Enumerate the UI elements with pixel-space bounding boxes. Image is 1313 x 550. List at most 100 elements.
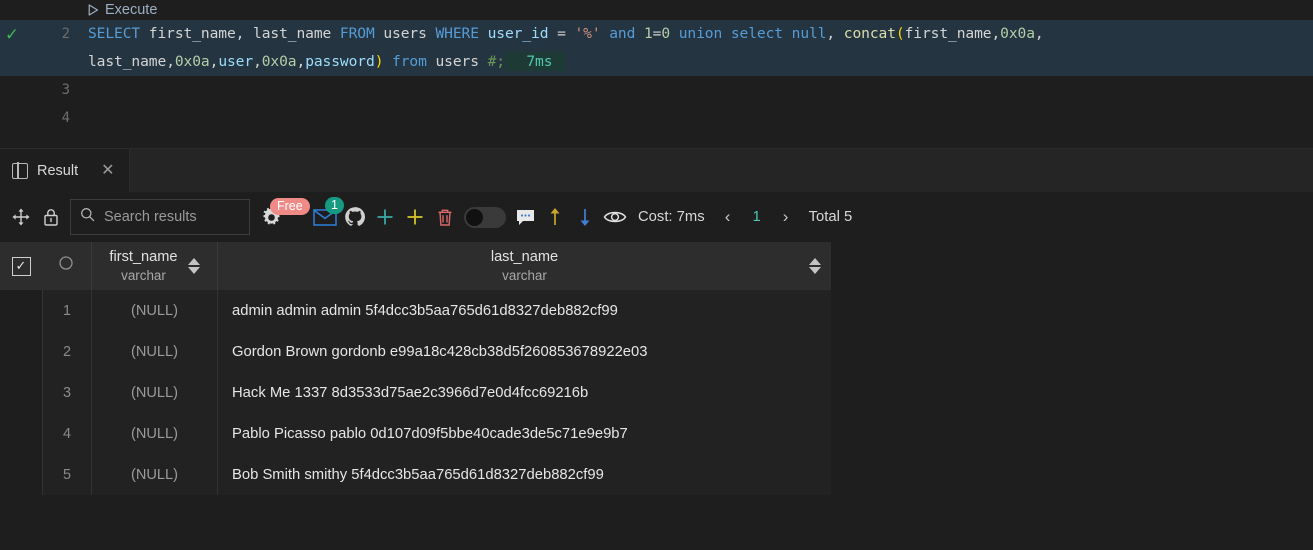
sql-token: select [730, 25, 792, 42]
cell-first-name[interactable]: (NULL) [91, 331, 217, 372]
panel-layout-icon [12, 161, 28, 180]
sort-arrows-first-name[interactable] [187, 258, 200, 274]
tab-result[interactable]: Result ✕ [0, 149, 130, 192]
eye-icon[interactable] [600, 202, 630, 232]
result-tab-bar: Result ✕ [0, 148, 1313, 192]
code-line-4[interactable]: 4 [0, 104, 1313, 132]
sort-asc-icon[interactable] [809, 258, 821, 265]
row-select-cell[interactable] [0, 454, 42, 495]
select-all-cell[interactable]: ✓ [0, 242, 42, 290]
gutter-line-3: 3 [0, 76, 88, 104]
code-area[interactable]: ✓ 2 SELECT first_name, last_name FROM us… [0, 20, 1313, 132]
arrow-up-icon[interactable] [540, 202, 570, 232]
play-triangle-icon [88, 4, 99, 16]
page-number[interactable]: 1 [743, 209, 771, 225]
sql-token: from [383, 53, 427, 70]
envelope-icon[interactable]: 1 [310, 197, 344, 232]
move-cross-arrows-icon[interactable] [6, 202, 36, 232]
check-mark-icon: ✓ [6, 22, 18, 45]
cell-last-name[interactable]: admin admin admin 5f4dcc3b5aa765d61d8327… [217, 290, 831, 331]
sql-token: user_id [478, 25, 558, 42]
row-index: 3 [42, 372, 91, 413]
sql-token: , [826, 25, 844, 42]
execution-time-badge: 7ms [505, 52, 566, 71]
grid-rows: 1 (NULL) admin admin admin 5f4dcc3b5aa765d… [0, 290, 831, 495]
sql-token: last_name [88, 53, 167, 70]
row-select-cell[interactable] [0, 372, 42, 413]
plus-yellow-icon[interactable] [400, 202, 430, 232]
trash-icon[interactable] [430, 202, 460, 232]
toggle-switch[interactable] [460, 202, 510, 232]
result-grid: ✓ first_name varchar last_name varchar 1… [0, 242, 831, 495]
table-row[interactable]: 2 (NULL) Gordon Brown gordonb e99a18c428cb… [0, 331, 831, 372]
sql-token: and [600, 25, 644, 42]
column-type: varchar [502, 267, 547, 283]
code-line-3[interactable]: 3 [0, 76, 1313, 104]
sql-token: WHERE [435, 25, 479, 42]
cell-last-name[interactable]: Pablo Picasso pablo 0d107d09f5bbe40cade3… [217, 413, 831, 454]
empty-code-line[interactable] [88, 104, 1313, 132]
sort-arrows-last-name[interactable] [809, 258, 821, 274]
row-select-cell[interactable] [0, 413, 42, 454]
cell-first-name[interactable]: (NULL) [91, 454, 217, 495]
empty-code-line[interactable] [88, 76, 1313, 104]
search-results-box[interactable] [70, 199, 250, 235]
cell-last-name[interactable]: Bob Smith smithy 5f4dcc3b5aa765d61d8327d… [217, 454, 831, 495]
sort-desc-icon[interactable] [187, 267, 200, 274]
search-icon [80, 207, 95, 227]
row-search-icon-cell[interactable] [42, 242, 91, 290]
search-input[interactable] [102, 208, 240, 226]
sql-token: concat [843, 25, 896, 42]
gutter-wrap [0, 48, 88, 76]
toggle-pill[interactable] [464, 206, 506, 228]
sql-token: , [209, 53, 219, 70]
line-number: 4 [61, 110, 70, 126]
cell-last-name[interactable]: Gordon Brown gordonb e99a18c428cb38d5f26… [217, 331, 831, 372]
gear-icon[interactable]: Free [256, 198, 310, 232]
arrow-down-icon[interactable] [570, 202, 600, 232]
table-row[interactable]: 4 (NULL) Pablo Picasso pablo 0d107d09f5bbe… [0, 413, 831, 454]
plus-teal-icon[interactable] [370, 202, 400, 232]
execute-button[interactable]: Execute [88, 2, 157, 18]
sql-query-line-2[interactable]: last_name,0x0a,user,0x0a,password) from … [88, 48, 1313, 76]
table-row[interactable]: 3 (NULL) Hack Me 1337 8d3533d75ae2c3966d7e… [0, 372, 831, 413]
cell-first-name[interactable]: (NULL) [91, 372, 217, 413]
sql-token: FROM [339, 25, 375, 42]
code-line-2-wrap[interactable]: last_name,0x0a,user,0x0a,password) from … [0, 48, 1313, 76]
chevron-left-icon[interactable]: ‹ [715, 207, 741, 227]
chevron-right-icon[interactable]: › [773, 207, 799, 227]
row-select-cell[interactable] [0, 290, 42, 331]
sql-token: 0x0a [261, 53, 297, 70]
sql-token: #; [487, 53, 505, 70]
cell-last-name[interactable]: Hack Me 1337 8d3533d75ae2c3966d7e0d4fcc6… [217, 372, 831, 413]
sort-asc-icon[interactable] [187, 258, 200, 265]
row-index: 5 [42, 454, 91, 495]
sql-token: null [791, 25, 827, 42]
row-select-cell[interactable] [0, 331, 42, 372]
close-icon[interactable]: ✕ [101, 162, 114, 179]
sql-query-line-1[interactable]: SELECT first_name, last_name FROM users … [88, 20, 1313, 48]
execute-label: Execute [105, 2, 158, 18]
code-line-2[interactable]: ✓ 2 SELECT first_name, last_name FROM us… [0, 20, 1313, 48]
table-row[interactable]: 1 (NULL) admin admin admin 5f4dcc3b5aa765d… [0, 290, 831, 331]
tab-label: Result [37, 162, 79, 179]
lock-icon[interactable] [36, 202, 66, 232]
cell-first-name[interactable]: (NULL) [91, 413, 217, 454]
column-header-first-name[interactable]: first_name varchar [91, 242, 217, 290]
github-icon[interactable] [340, 202, 370, 232]
sql-token: first_name, last_name [140, 25, 340, 42]
sql-token: 0 [661, 25, 671, 42]
column-type: varchar [121, 267, 166, 283]
comment-bubble-icon[interactable] [510, 202, 540, 232]
line-number: 2 [61, 26, 70, 42]
column-header-last-name[interactable]: last_name varchar [217, 242, 831, 290]
cell-first-name[interactable]: (NULL) [91, 290, 217, 331]
grid-header-row: ✓ first_name varchar last_name varchar [0, 242, 831, 290]
sql-token: , [991, 25, 1001, 42]
sort-desc-icon[interactable] [809, 267, 821, 274]
gutter-line-4: 4 [0, 104, 88, 132]
row-index: 1 [42, 290, 91, 331]
checkbox-checked-icon[interactable]: ✓ [11, 256, 31, 276]
table-row[interactable]: 5 (NULL) Bob Smith smithy 5f4dcc3b5aa765d6… [0, 454, 831, 495]
sql-token: , [253, 53, 262, 70]
